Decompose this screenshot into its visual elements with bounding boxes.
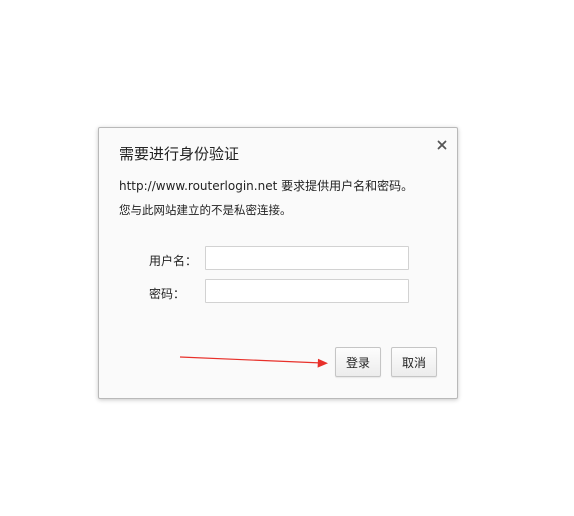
close-icon-glyph xyxy=(437,140,447,150)
username-input[interactable] xyxy=(205,246,409,270)
username-label: 用户名： xyxy=(149,254,198,268)
connection-warning: 您与此网站建立的不是私密连接。 xyxy=(119,203,292,217)
login-button[interactable]: 登录 xyxy=(335,347,381,377)
page: 需要进行身份验证 http://www.routerlogin.net 要求提供… xyxy=(0,0,574,516)
red-arrow-annotation xyxy=(179,356,328,368)
password-input[interactable] xyxy=(205,279,409,303)
close-icon[interactable] xyxy=(436,136,448,150)
auth-message: http://www.routerlogin.net 要求提供用户名和密码。 xyxy=(119,179,414,193)
password-label: 密码： xyxy=(149,287,186,301)
dialog-title: 需要进行身份验证 xyxy=(119,145,240,163)
cancel-button[interactable]: 取消 xyxy=(391,347,437,377)
